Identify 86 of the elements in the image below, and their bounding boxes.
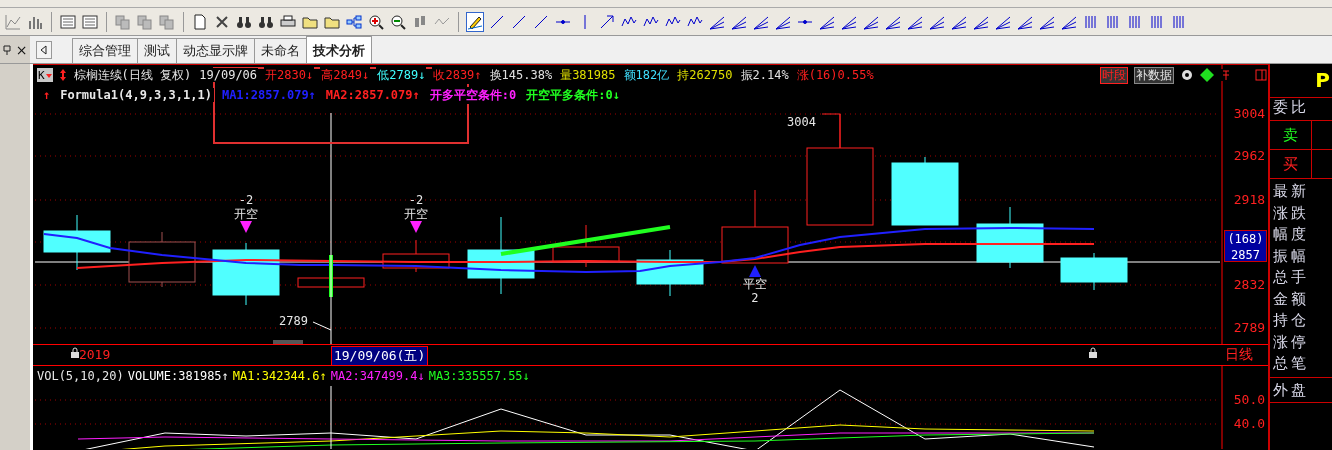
down-triangle-icon <box>409 221 422 233</box>
gear-icon[interactable] <box>1180 68 1195 82</box>
scroll-left-button[interactable] <box>36 41 52 59</box>
quote-field-label: 幅度 <box>1273 224 1311 245</box>
trend-line[interactable] <box>500 225 671 256</box>
scroll-thumb[interactable] <box>272 340 303 345</box>
axis-tick-label: 2962 <box>1233 148 1266 163</box>
tab[interactable]: 技术分析 <box>306 36 372 63</box>
low-price-label: 2789 <box>278 314 308 328</box>
quote-field-label: 振幅 <box>1273 245 1311 267</box>
cursor-date-label: 19/09/06(五) <box>330 346 429 366</box>
quote-field: 振2.14% <box>739 66 790 84</box>
candlestick <box>552 224 620 268</box>
axis-tick-label: 3004 <box>1233 106 1266 121</box>
down-triangle-icon <box>239 221 252 233</box>
volume-value: MA1:342344.6↑ <box>232 369 327 383</box>
quote-field: 换145.38% <box>488 66 554 84</box>
buy-label: 买 <box>1270 150 1313 178</box>
quote-field-label: 涨停 <box>1273 331 1311 353</box>
candlestick <box>297 277 365 288</box>
axis-tick-label: 50.0 <box>1233 392 1266 407</box>
signal-label: 开空 <box>403 207 428 221</box>
candlestick <box>891 156 959 226</box>
signal-label: 开空 <box>233 207 258 221</box>
current-price-tag: (168) 2857 <box>1223 230 1267 262</box>
leader-line <box>821 113 841 149</box>
sell-label: 卖 <box>1270 121 1313 149</box>
quote-field: 涨(16)0.55% <box>795 66 875 84</box>
period-button[interactable]: K <box>36 68 53 82</box>
quote-field: 额182亿 <box>622 66 671 84</box>
left-triangle-icon <box>39 45 49 55</box>
signal-value: 2 <box>751 291 759 305</box>
candlestick <box>1060 252 1128 291</box>
crosshair-line <box>330 385 332 449</box>
lock-icon[interactable] <box>1087 347 1098 359</box>
indicator-name: Formula1(4,9,3,3,1,1) <box>58 88 214 102</box>
lock-icon[interactable] <box>69 347 80 359</box>
axis-tick-label: 40.0 <box>1233 416 1266 431</box>
quote-field: 开2830↓ <box>264 66 315 84</box>
quote-field: 收2839↑ <box>432 66 483 84</box>
axis-tick-label: 2832 <box>1233 277 1266 292</box>
indicator-value: MA1:2857.079↑ <box>219 88 318 102</box>
up-down-arrow-icon <box>58 69 67 81</box>
candlestick <box>976 206 1044 269</box>
quote-field: 高2849↓ <box>320 66 371 84</box>
quote-field: 持262750 <box>676 66 734 84</box>
signal-label: 平空 <box>742 277 767 291</box>
volume-value: VOLUME:381985↑ <box>127 369 229 383</box>
up-triangle-icon <box>748 265 761 277</box>
quote-field-label: 涨跌 <box>1273 202 1311 224</box>
quote-field-label: 总手 <box>1273 267 1311 288</box>
leader-line <box>312 321 332 331</box>
high-price-label: 3004 <box>786 115 816 129</box>
axis-tick-label: 2918 <box>1233 192 1266 207</box>
quote-field-label: 最新 <box>1273 181 1311 202</box>
pencil-icon[interactable] <box>466 11 484 32</box>
instrument-code: P <box>1270 64 1332 98</box>
diamond-icon[interactable] <box>1200 68 1215 82</box>
ratio-label: 委比 <box>1270 98 1332 121</box>
candlestick <box>212 242 280 306</box>
candlestick <box>43 214 111 271</box>
signal-bar <box>328 255 333 297</box>
quote-field: 低2789↓ <box>376 66 427 84</box>
quote-date: 19/09/06 <box>198 68 259 82</box>
volume-value: MA3:335557.55↓ <box>428 369 530 383</box>
document-icon[interactable] <box>191 11 209 32</box>
indicator-value: 开多平空条件:0 <box>427 86 519 104</box>
outer-volume-label: 外盘 <box>1270 377 1332 403</box>
volume-value: MA2:347499.4↓ <box>330 369 425 383</box>
panel-icon[interactable] <box>1255 69 1268 81</box>
year-label: 2019 <box>78 347 111 362</box>
volume-indicator-name: VOL(5,10,20) <box>36 369 124 383</box>
candlestick <box>128 231 196 288</box>
quote-field-label: 总笔 <box>1273 353 1311 374</box>
indicator-value: 开空平多条件:0↓ <box>524 86 622 104</box>
header-button[interactable]: 补数据 <box>1134 66 1175 84</box>
period-label: 日线 <box>1224 346 1253 364</box>
signal-value: -2 <box>408 193 424 207</box>
indicator-value: MA2:2857.079↑ <box>323 88 422 102</box>
axis-tick-label: 2789 <box>1233 320 1266 335</box>
candlestick <box>382 239 450 273</box>
quote-field-label: 持仓 <box>1273 310 1311 331</box>
candlestick <box>636 249 704 297</box>
tab[interactable]: 综合管理 <box>72 38 138 63</box>
signal-value: -2 <box>238 193 254 207</box>
quote-field-label: 金额 <box>1273 288 1311 310</box>
